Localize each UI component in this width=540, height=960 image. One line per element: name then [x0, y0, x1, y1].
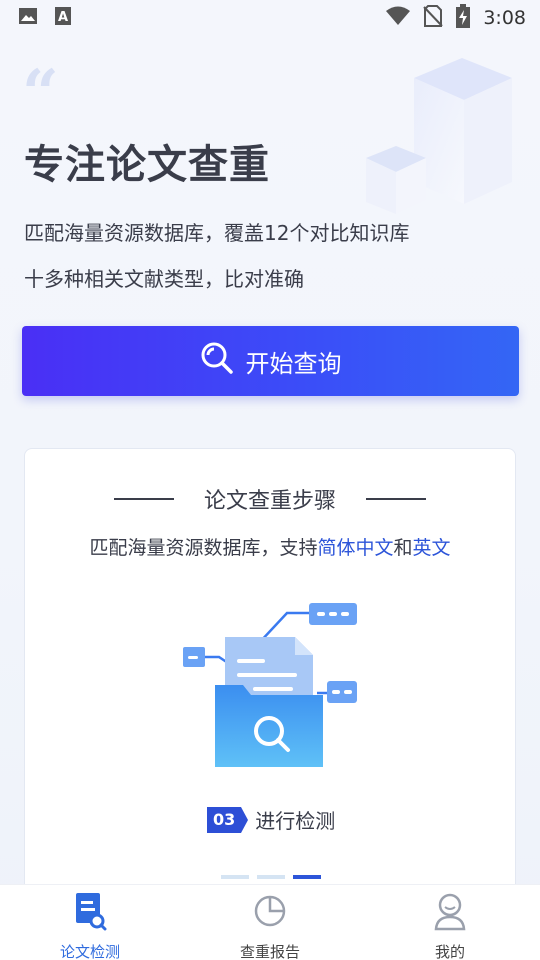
- subtitle-highlight-english: 英文: [412, 537, 451, 559]
- folder-search-illustration: [183, 603, 357, 767]
- hero-line-1: 匹配海量资源数据库，覆盖12个对比知识库: [24, 221, 410, 245]
- tab-report[interactable]: 查重报告: [180, 885, 360, 960]
- tab-label: 论文检测: [59, 943, 120, 960]
- carousel-pager[interactable]: [221, 875, 321, 879]
- steps-card: 论文查重步骤 匹配海量资源数据库，支持简体中文和英文 03 进行检测: [24, 448, 516, 908]
- bottom-tab-bar: 论文检测 查重报告 我的: [0, 884, 540, 960]
- start-query-label: 开始查询: [245, 349, 342, 378]
- quote-mark-icon: “: [22, 56, 59, 131]
- hero-line-2: 十多种相关文献类型，比对准确: [24, 267, 304, 291]
- battery-charging-icon: [455, 4, 471, 32]
- pager-dot[interactable]: [221, 875, 249, 879]
- image-icon: [18, 6, 38, 30]
- hero-title: 专注论文查重: [24, 142, 270, 188]
- subtitle-prefix: 匹配海量资源数据库，支持: [89, 537, 318, 559]
- tab-label: 查重报告: [239, 943, 300, 960]
- divider: [113, 498, 174, 500]
- subtitle-mid: 和: [393, 537, 413, 559]
- cubes-illustration: [366, 58, 512, 214]
- step-text: 进行检测: [255, 809, 336, 833]
- status-time: 3:08: [483, 7, 526, 29]
- document-search-icon: [73, 891, 107, 935]
- divider: [366, 498, 426, 500]
- status-bar: A 3:08: [0, 0, 540, 36]
- step-label: 03 进行检测: [207, 805, 335, 834]
- pager-dot[interactable]: [257, 875, 285, 879]
- steps-subtitle: 匹配海量资源数据库，支持简体中文和英文: [25, 533, 515, 560]
- start-query-button[interactable]: 开始查询: [22, 326, 519, 396]
- tab-mine[interactable]: 我的: [360, 885, 540, 960]
- pie-chart-icon: [253, 891, 287, 935]
- steps-title: 论文查重步骤: [203, 489, 336, 514]
- tab-label: 我的: [434, 943, 465, 960]
- svg-text:A: A: [58, 10, 68, 25]
- no-sim-icon: [423, 5, 444, 31]
- pager-dot-active[interactable]: [293, 875, 321, 879]
- text-a-icon: A: [54, 6, 72, 30]
- tab-paper-check[interactable]: 论文检测: [0, 885, 180, 960]
- search-icon: [200, 341, 234, 381]
- subtitle-highlight-chinese: 简体中文: [317, 537, 394, 559]
- step-number-badge: 03: [207, 806, 249, 833]
- steps-header: 论文查重步骤: [25, 483, 515, 515]
- wifi-icon: [385, 6, 411, 30]
- user-icon: [433, 891, 467, 935]
